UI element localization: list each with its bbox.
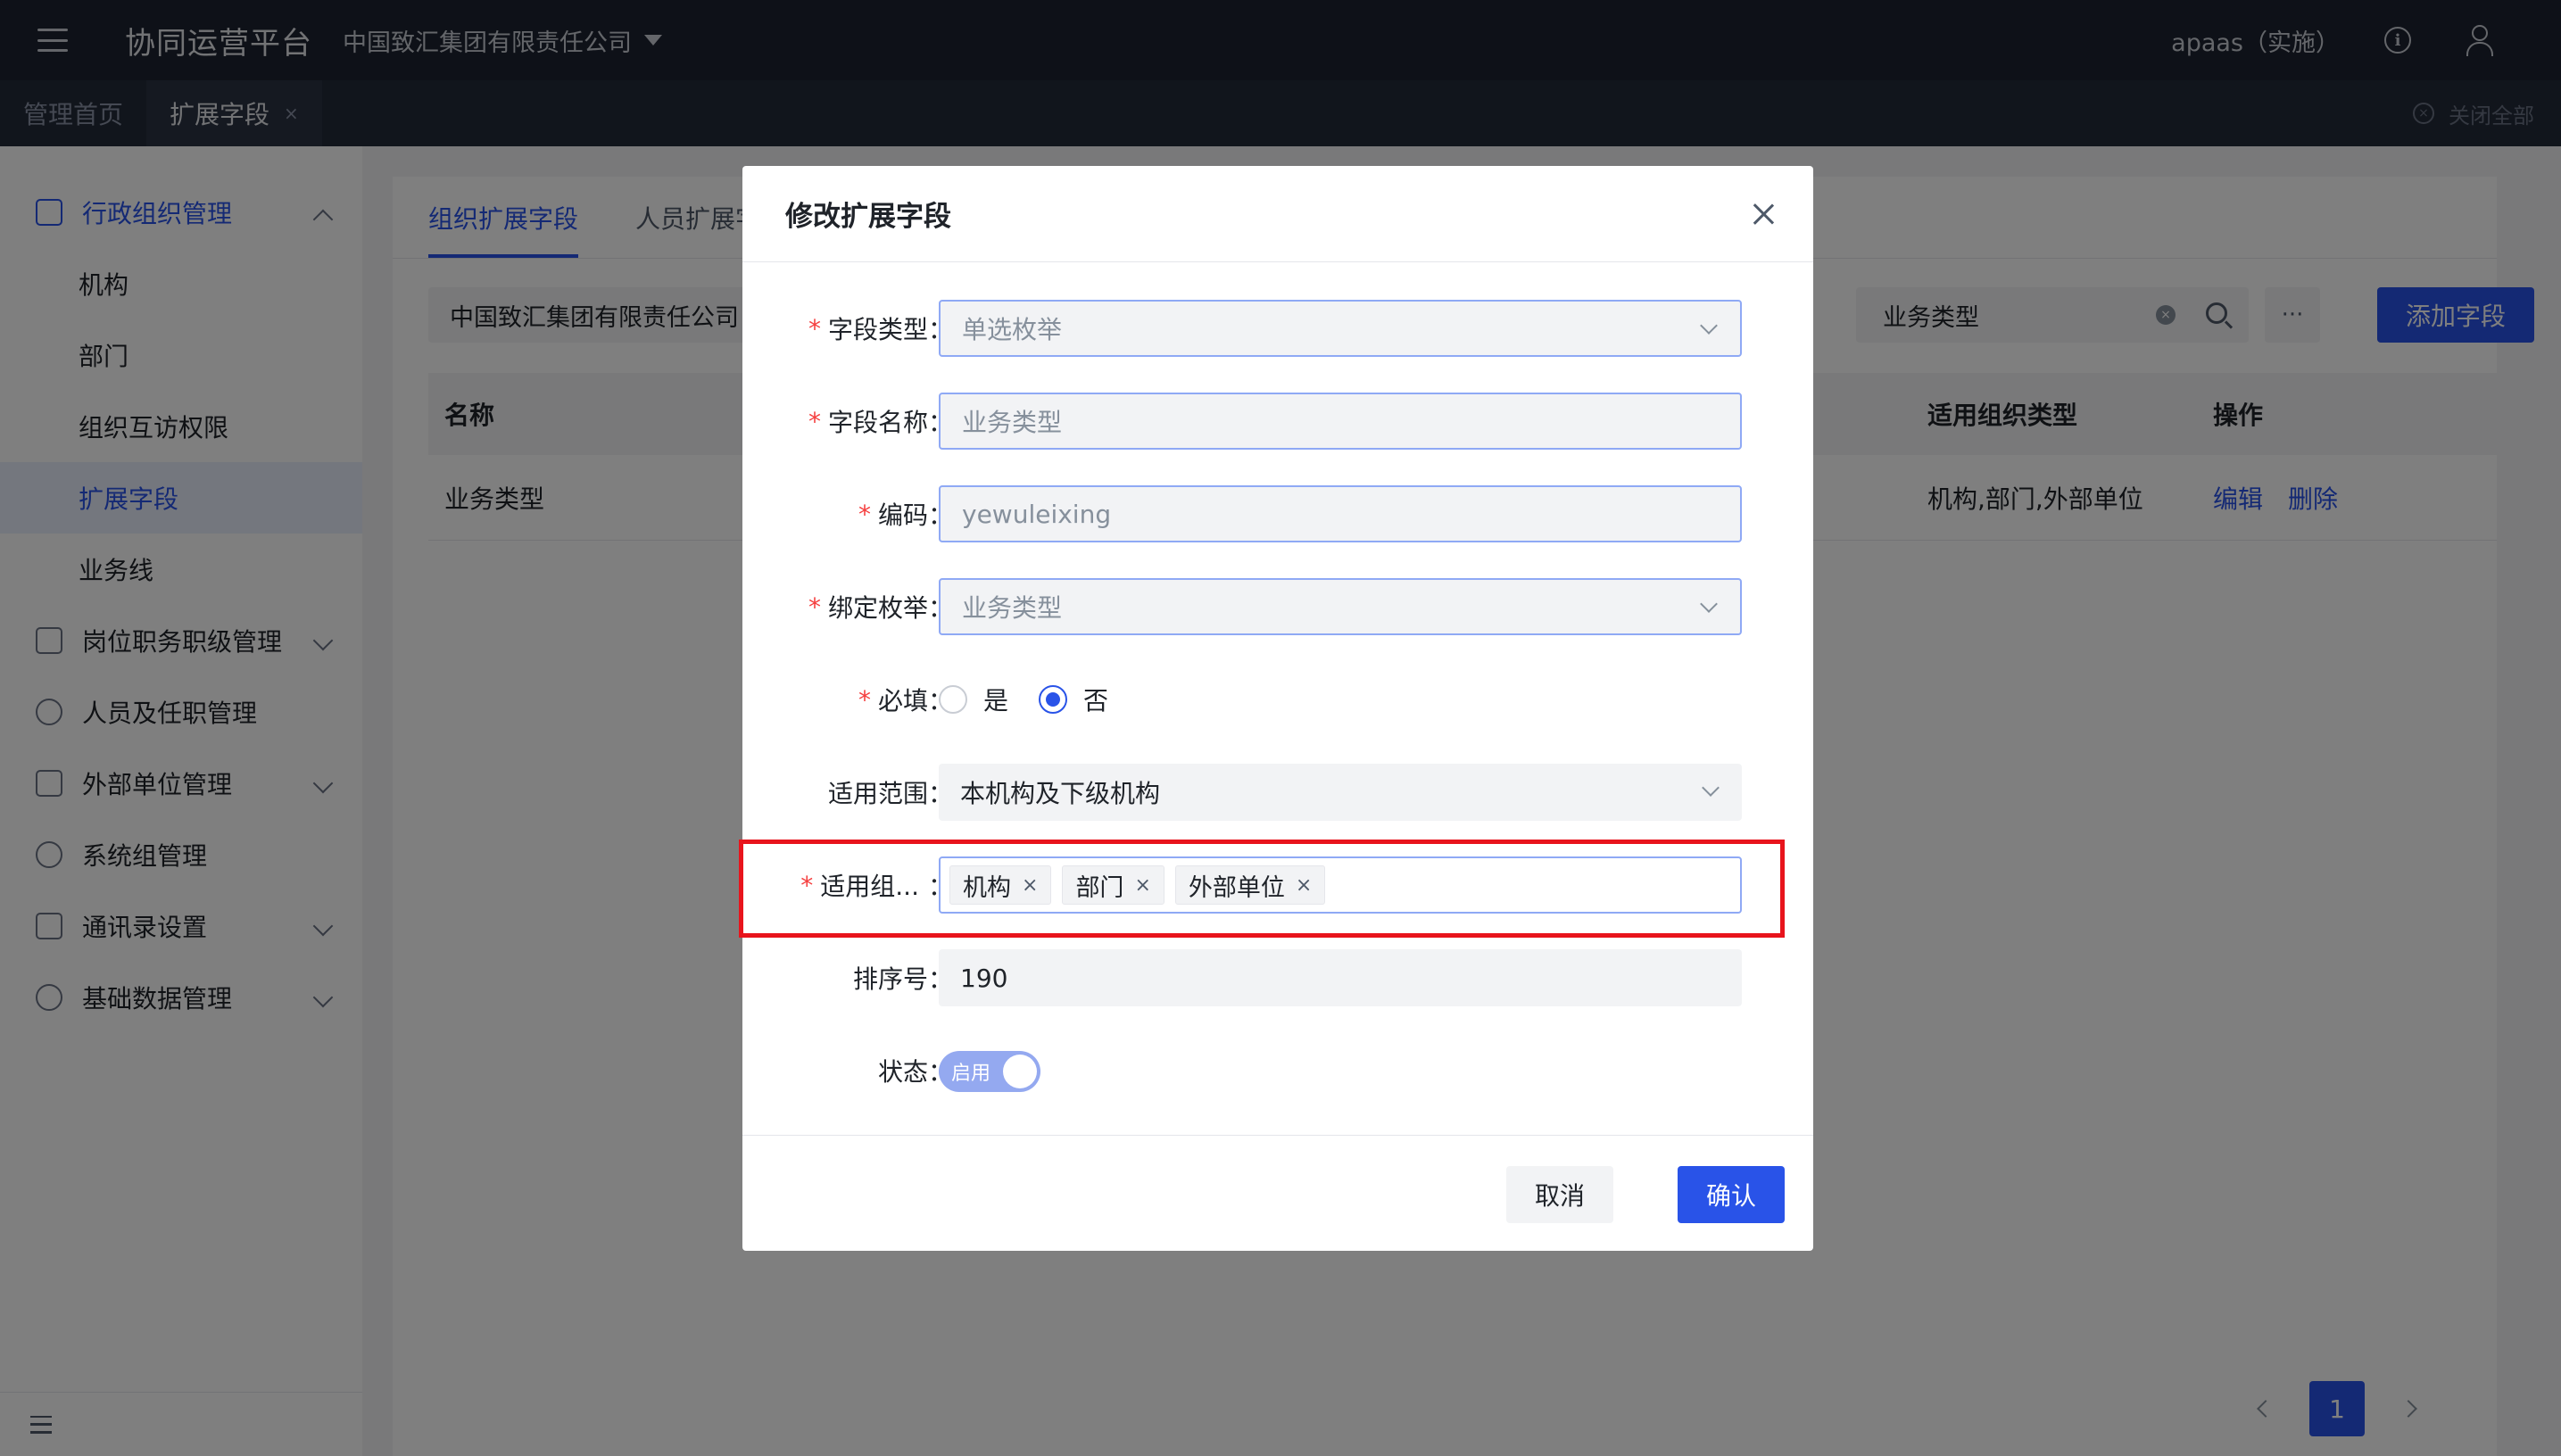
label-text: 状态 (877, 1057, 928, 1087)
chevron-down-icon (1700, 595, 1718, 613)
label-text: 排序号 (852, 964, 928, 994)
required-mark: * (808, 406, 821, 436)
chevron-down-icon (1702, 779, 1720, 797)
form-row-field-type: * 字段类型 ： 单选枚举 (742, 300, 1813, 357)
toggle-knob (1003, 1055, 1037, 1088)
required-mark: * (808, 313, 821, 343)
field-type-select[interactable]: 单选枚举 (939, 300, 1742, 357)
field-name-input[interactable]: 业务类型 (939, 393, 1742, 450)
confirm-button[interactable]: 确认 (1678, 1166, 1785, 1223)
required-radio-group: 是 否 (939, 671, 1139, 728)
radio-yes[interactable] (939, 685, 967, 714)
scope-select[interactable]: 本机构及下级机构 (939, 764, 1742, 821)
radio-no-label[interactable]: 否 (1083, 682, 1108, 717)
label-text: 适用范围 (827, 779, 928, 808)
modal-footer: 取消 确认 (742, 1135, 1813, 1251)
status-toggle-label: 启用 (951, 1063, 991, 1085)
field-name-value: 业务类型 (962, 408, 1063, 437)
bind-enum-select[interactable]: 业务类型 (939, 578, 1742, 635)
sort-input[interactable]: 190 (939, 949, 1742, 1006)
form-row-status: 状态 ： 启用 (742, 1042, 1813, 1099)
field-name-label: * 字段名称 ： (808, 393, 953, 450)
close-icon[interactable] (1753, 203, 1774, 225)
chevron-down-icon (1700, 317, 1718, 335)
highlight-box (739, 840, 1785, 938)
label-text: 绑定枚举 (827, 593, 928, 623)
form-row-code: * 编码 ： yewuleixing (742, 485, 1813, 542)
label-text: 必填 (877, 686, 928, 716)
modal-header: 修改扩展字段 (742, 166, 1813, 262)
label-text: 字段名称 (827, 408, 928, 437)
form-row-scope: 适用范围 ： 本机构及下级机构 (742, 764, 1813, 821)
modal-title: 修改扩展字段 (785, 201, 951, 233)
edit-field-modal: 修改扩展字段 * 字段类型 ： 单选枚举 * 字段名称 ： 业务类型 * 编码 … (739, 166, 1813, 1251)
code-input[interactable]: yewuleixing (939, 485, 1742, 542)
sort-value: 190 (960, 963, 1008, 993)
cancel-button[interactable]: 取消 (1506, 1166, 1613, 1223)
form-row-sort: 排序号 ： 190 (742, 949, 1813, 1006)
bind-enum-label: * 绑定枚举 ： (808, 578, 953, 635)
required-mark: * (858, 684, 871, 715)
status-toggle[interactable]: 启用 (939, 1051, 1040, 1092)
scope-value: 本机构及下级机构 (960, 779, 1161, 808)
radio-no[interactable] (1039, 685, 1068, 714)
radio-yes-label[interactable]: 是 (983, 682, 1008, 717)
label-text: 字段类型 (827, 315, 928, 344)
form-row-required: * 必填 ： 是 否 (742, 671, 1813, 728)
label-text: 编码 (877, 500, 928, 530)
required-mark: * (858, 499, 871, 529)
form-row-field-name: * 字段名称 ： 业务类型 (742, 393, 1813, 450)
field-type-label: * 字段类型 ： (808, 300, 953, 357)
form-row-bind-enum: * 绑定枚举 ： 业务类型 (742, 578, 1813, 635)
scope-label: 适用范围 ： (828, 764, 953, 821)
code-value: yewuleixing (962, 499, 1112, 529)
bind-enum-value: 业务类型 (962, 593, 1063, 623)
field-type-value: 单选枚举 (962, 315, 1063, 344)
required-mark: * (808, 592, 821, 622)
